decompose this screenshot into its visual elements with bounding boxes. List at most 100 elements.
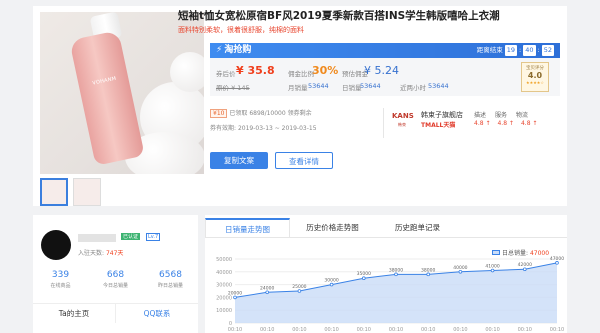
x-tick-label: 00:10	[485, 327, 499, 333]
monthly-sales-label: 月销量	[288, 84, 308, 92]
tab-price-history[interactable]: 历史价格走势图	[290, 218, 375, 237]
stat-value: 339	[51, 270, 70, 280]
x-tick-label: 00:10	[260, 327, 274, 333]
coupon-remain-label: 领券剩余	[287, 110, 312, 117]
data-label: 35000	[357, 271, 371, 277]
coupon-row: ¥10 已领取 6898/10000 领券剩余	[210, 108, 380, 118]
countdown-hours: 19	[504, 45, 518, 56]
qq-contact-link[interactable]: QQ联系	[116, 304, 198, 323]
chart-tabs: 日销量走势图 历史价格走势图 历史跑单记录	[205, 218, 567, 238]
est-commission: ¥ 5.24	[364, 64, 399, 77]
coupon-valid: 2019-03-13 ~ 2019-03-15	[237, 125, 317, 132]
rate-value-desc: 4.8 ↑	[474, 120, 491, 127]
data-label: 38000	[421, 267, 435, 273]
recent-sales-label: 近两小时	[400, 84, 426, 92]
y-tick-label: 30000	[216, 283, 232, 289]
daily-sales-label: 日销量	[342, 84, 362, 92]
shop-rate-values: 4.8 ↑ 4.8 ↑ 4.8 ↑	[474, 120, 537, 127]
tab-daily-sales[interactable]: 日销量走势图	[205, 218, 290, 237]
commission-rate-label: 佣金比例	[288, 70, 314, 78]
x-tick-label: 00:10	[357, 327, 371, 333]
shop-name[interactable]: 韩束子旗舰店	[421, 110, 463, 120]
score-value: 4.0	[527, 71, 543, 80]
shop-logo-sub: 韩束	[398, 122, 406, 127]
bottle-label: VOHANM	[91, 75, 117, 87]
lightning-icon: ⚡	[216, 45, 223, 55]
data-label: 41000	[485, 264, 499, 270]
star-icons: ★★★★☆	[526, 80, 544, 85]
rate-label-service: 服务	[495, 112, 508, 119]
daily-sales: 53644	[360, 82, 381, 90]
coupon-received-label: 已领取	[229, 110, 248, 117]
promo-banner: ⚡ 淘抢购 距离结束 19: 40: 52	[210, 43, 560, 58]
data-label: 20000	[228, 290, 242, 296]
product-main-image[interactable]: VOHANM	[40, 12, 204, 174]
data-label: 30000	[324, 278, 338, 284]
thumbnail-2[interactable]	[73, 178, 101, 206]
y-tick-label: 50000	[216, 257, 232, 263]
avatar[interactable]	[41, 230, 71, 260]
original-price: 原价 ¥ 145	[216, 84, 250, 92]
data-point	[458, 269, 463, 274]
product-title: 短袖t恤女宽松原宿BF风2019夏季新款百搭INS学生韩版嘻哈上衣潮	[178, 10, 500, 22]
shop-rate-labels: 描述 服务 物流	[474, 110, 528, 119]
y-tick-label: 10000	[216, 308, 232, 314]
score-badge: 宝贝评分 4.0 ★★★★☆	[521, 62, 549, 92]
foam-image	[170, 52, 204, 92]
shop-info[interactable]: KANS 韩束 韩束子旗舰店 TMALL天猫 描述 服务 物流 4.8 ↑ 4.…	[383, 108, 560, 138]
data-point	[555, 261, 559, 265]
rate-value-logistics: 4.8 ↑	[520, 120, 538, 127]
data-point	[329, 282, 334, 287]
coupon-received: 6898/10000	[249, 110, 286, 117]
x-tick-label: 00:10	[389, 327, 403, 333]
data-label: 42000	[518, 262, 532, 268]
join-days-value: 747天	[105, 250, 124, 257]
stat-label: 昨日总销量	[157, 283, 183, 289]
data-point	[297, 289, 302, 293]
after-price: ¥ 35.8	[236, 64, 275, 77]
coupon-area: ¥10 已领取 6898/10000 领券剩余 券有效期: 2019-03-13…	[210, 108, 380, 138]
data-point	[394, 272, 398, 277]
data-label: 25000	[292, 284, 306, 290]
data-label: 40000	[453, 265, 467, 271]
stat-value: 668	[106, 270, 125, 280]
copy-text-button[interactable]: 复制文案	[210, 152, 268, 169]
data-point	[522, 267, 527, 272]
coupon-tag[interactable]: ¥10	[210, 109, 228, 118]
view-detail-button[interactable]: 查看详情	[275, 152, 333, 169]
tab-run-history[interactable]: 历史跑单记录	[375, 218, 460, 237]
data-point	[490, 268, 495, 273]
x-tick-label: 00:10	[550, 327, 564, 333]
stat-online: 339 在线商品	[33, 270, 88, 289]
stat-label: 在线商品	[50, 283, 71, 289]
price-panel: 券后价 ¥ 35.8 原价 ¥ 145 佣金比例 30% 月销量 53644 预…	[210, 58, 560, 96]
stat-today: 668 今日总销量	[88, 270, 143, 289]
tmall-badge: TMALL天猫	[421, 122, 456, 129]
level-badge: Lv.7	[146, 233, 161, 241]
data-label: 24000	[260, 285, 274, 291]
data-point	[362, 276, 366, 280]
data-point	[426, 272, 431, 277]
user-home-link[interactable]: Ta的主页	[33, 304, 116, 323]
stat-value: 6568	[159, 270, 182, 280]
user-footer: Ta的主页 QQ联系	[33, 303, 198, 323]
commission-rate: 30%	[312, 64, 339, 77]
rate-label-desc: 描述	[474, 112, 487, 119]
x-tick-label: 00:10	[518, 327, 532, 333]
shop-logo: KANS	[392, 112, 414, 120]
monthly-sales: 53644	[308, 82, 329, 90]
rate-label-logistics: 物流	[516, 112, 529, 119]
x-tick-label: 00:10	[324, 327, 338, 333]
chart-card: 日销量走势图 历史价格走势图 历史跑单记录 日总销量: 47000 0 10000…	[205, 215, 567, 333]
rate-value-service: 4.8 ↑	[497, 120, 514, 127]
stat-label: 今日总销量	[102, 283, 128, 289]
after-price-label: 券后价	[216, 70, 236, 78]
promo-brand: 淘抢购	[224, 45, 252, 55]
coupon-valid-label: 券有效期:	[210, 125, 237, 132]
recent-sales: 53644	[428, 82, 449, 90]
thumbnail-1[interactable]	[40, 178, 68, 206]
join-label: 入驻天数:	[78, 250, 105, 257]
stat-yesterday: 6568 昨日总销量	[143, 270, 198, 289]
join-days: 入驻天数: 747天	[78, 248, 123, 257]
data-label: 47000	[550, 256, 564, 262]
